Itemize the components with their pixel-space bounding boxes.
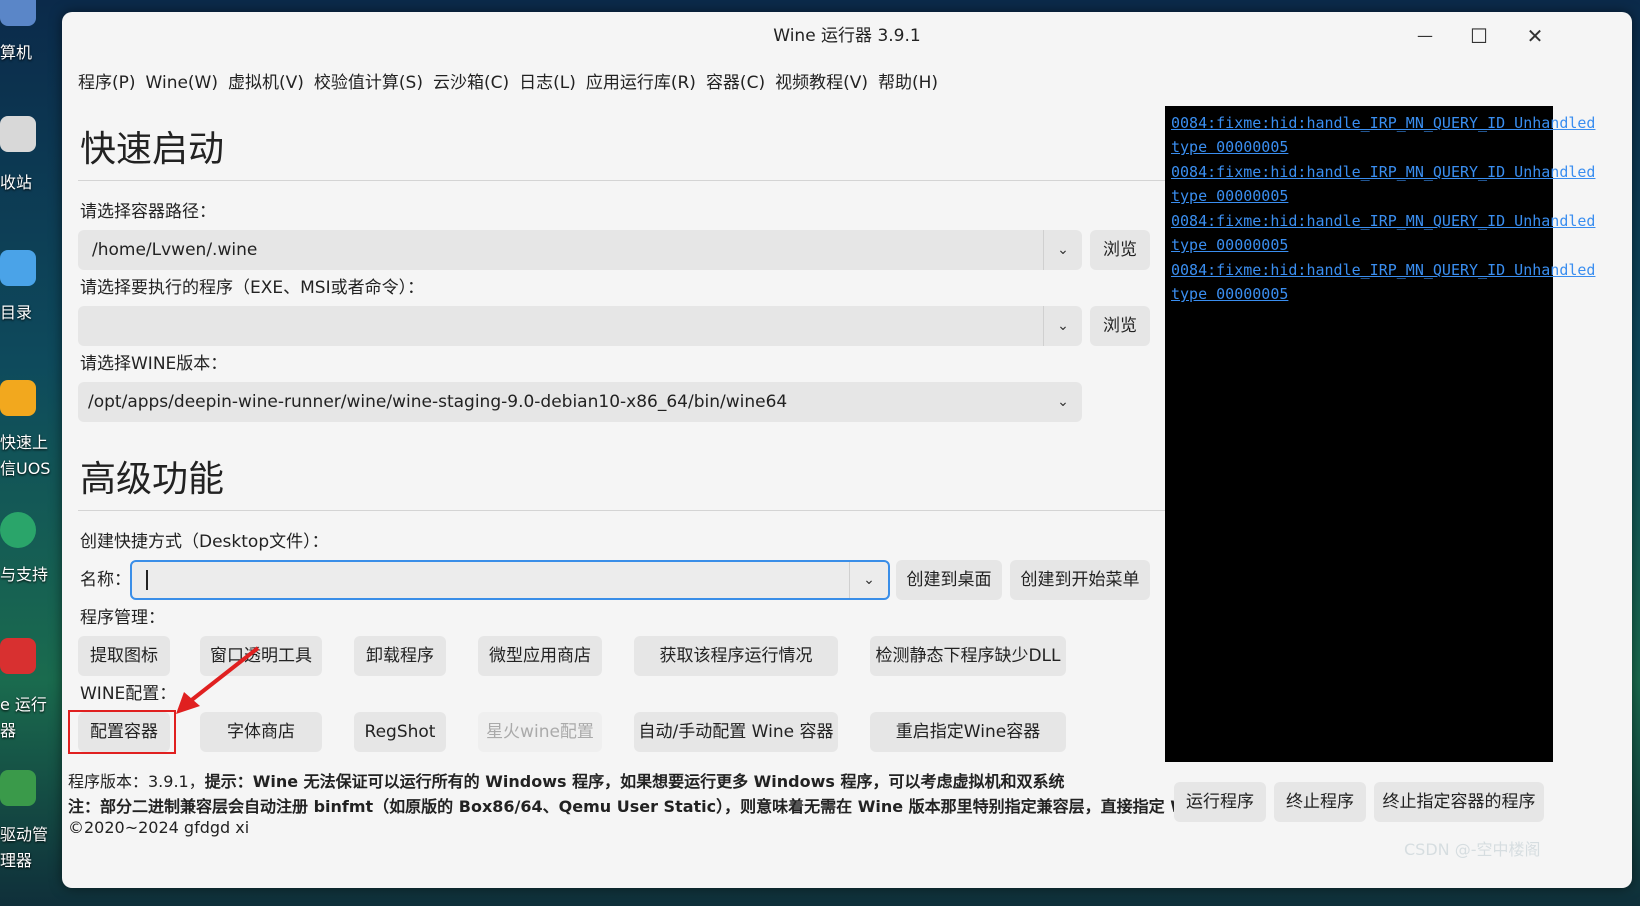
menu-log[interactable]: 日志(L): [519, 68, 576, 98]
run-program-button[interactable]: 运行程序: [1174, 782, 1266, 822]
footer-note-line: 注：部分二进制兼容层会自动注册 binfmt（如原版的 Box86/64、Qem…: [68, 793, 1253, 817]
menu-cloud-sandbox[interactable]: 云沙箱(C): [433, 68, 509, 98]
log-line[interactable]: type 00000005: [1171, 285, 1288, 303]
note-text: 注：部分二进制兼容层会自动注册 binfmt（如原版的 Box86/64、Qem…: [68, 797, 1254, 816]
text-cursor: [146, 570, 148, 590]
maximize-icon[interactable]: ☐: [1464, 22, 1494, 50]
spark-wine-config-button[interactable]: 星火wine配置: [478, 712, 602, 752]
log-console[interactable]: 0084:fixme:hid:handle_IRP_MN_QUERY_ID Un…: [1165, 106, 1595, 762]
program-status-button[interactable]: 获取该程序运行情况: [634, 636, 838, 676]
menu-bar: 程序(P) Wine(W) 虚拟机(V) 校验值计算(S) 云沙箱(C) 日志(…: [78, 68, 948, 98]
desktop-label-winerunner-1: e 运行: [0, 695, 47, 714]
desktop-label-driver-1: 驱动管: [0, 825, 49, 844]
program-combo[interactable]: ⌄: [78, 306, 1082, 346]
footer-version-line: 程序版本：3.9.1，提示：Wine 无法保证可以运行所有的 Windows 程…: [68, 768, 1065, 792]
container-path-combo[interactable]: /home/Lvwen/.wine ⌄: [78, 230, 1082, 270]
restart-container-button[interactable]: 重启指定Wine容器: [870, 712, 1066, 752]
wine-runner-icon[interactable]: [0, 638, 36, 674]
wine-config-label: WINE配置：: [80, 684, 177, 704]
create-desktop-button[interactable]: 创建到桌面: [896, 560, 1002, 600]
menu-vm[interactable]: 虚拟机(V): [228, 68, 304, 98]
check-missing-dll-button[interactable]: 检测静态下程序缺少DLL: [870, 636, 1066, 676]
log-line[interactable]: 0084:fixme:hid:handle_IRP_MN_QUERY_ID Un…: [1171, 114, 1595, 132]
hint-text: 提示：Wine 无法保证可以运行所有的 Windows 程序，如果想要运行更多 …: [204, 772, 1065, 791]
minimize-icon[interactable]: —: [1410, 22, 1440, 50]
annotation-highlight-box: [68, 710, 176, 754]
advanced-heading: 高级功能: [80, 459, 225, 500]
desktop-label-quickstart-1: 快速上: [0, 433, 49, 452]
desktop-label-trash: 收站: [0, 173, 33, 192]
auto-manual-config-button[interactable]: 自动/手动配置 Wine 容器: [634, 712, 838, 752]
container-path-value: /home/Lvwen/.wine: [92, 240, 258, 260]
menu-container[interactable]: 容器(C): [706, 68, 765, 98]
uos-quickstart-icon[interactable]: [0, 380, 36, 416]
desktop-icons: 算机 收站 目录 快速上 信UOS 与支持 e 运行 器 驱动管 理器: [0, 0, 62, 906]
driver-manager-icon[interactable]: [0, 770, 36, 806]
browse-program-button[interactable]: 浏览: [1090, 306, 1150, 346]
shortcut-label: 创建快捷方式（Desktop文件）：: [80, 532, 329, 552]
wine-runner-window: Wine 运行器 3.9.1 — ☐ ✕ 程序(P) Wine(W) 虚拟机(V…: [62, 12, 1632, 888]
uninstall-program-button[interactable]: 卸载程序: [354, 636, 446, 676]
log-line[interactable]: type 00000005: [1171, 187, 1288, 205]
desktop-label-driver-2: 理器: [0, 851, 33, 870]
quick-start-heading: 快速启动: [80, 129, 225, 170]
create-start-menu-button[interactable]: 创建到开始菜单: [1010, 560, 1150, 600]
browse-container-button[interactable]: 浏览: [1090, 230, 1150, 270]
menu-video[interactable]: 视频教程(V): [775, 68, 868, 98]
menu-checksum[interactable]: 校验值计算(S): [314, 68, 423, 98]
extract-icon-button[interactable]: 提取图标: [78, 636, 170, 676]
computer-icon[interactable]: [0, 0, 36, 26]
trash-icon[interactable]: [0, 116, 36, 152]
desktop-label-quickstart-2: 信UOS: [0, 459, 51, 478]
divider: [78, 180, 1166, 181]
menu-program[interactable]: 程序(P): [78, 68, 136, 98]
menu-wine[interactable]: Wine(W): [146, 68, 218, 98]
wine-version-combo[interactable]: /opt/apps/deepin-wine-runner/wine/wine-s…: [78, 382, 1082, 422]
window-title: Wine 运行器 3.9.1: [773, 26, 921, 46]
log-line[interactable]: type 00000005: [1171, 236, 1288, 254]
desktop-label-computer: 算机: [0, 43, 33, 62]
menu-help[interactable]: 帮助(H): [878, 68, 938, 98]
watermark: CSDN @-空中楼阁: [1404, 840, 1541, 859]
wine-version-label: 请选择WINE版本：: [80, 354, 228, 374]
desktop-label-support: 与支持: [0, 565, 49, 584]
mini-app-store-button[interactable]: 微型应用商店: [478, 636, 602, 676]
annotation-arrow: [176, 646, 260, 714]
regshot-button[interactable]: RegShot: [354, 712, 446, 752]
menu-runtime[interactable]: 应用运行库(R): [586, 68, 696, 98]
chevron-down-icon[interactable]: ⌄: [849, 562, 888, 598]
close-icon[interactable]: ✕: [1520, 22, 1550, 50]
program-mgmt-label: 程序管理：: [80, 608, 165, 628]
chevron-down-icon[interactable]: ⌄: [1044, 382, 1082, 422]
shortcut-name-input[interactable]: ⌄: [130, 560, 890, 600]
name-label: 名称：: [80, 570, 131, 590]
log-line[interactable]: 0084:fixme:hid:handle_IRP_MN_QUERY_ID Un…: [1171, 163, 1595, 181]
home-folder-icon[interactable]: [0, 250, 36, 286]
divider: [78, 510, 1166, 511]
program-label: 请选择要执行的程序（EXE、MSI或者命令）：: [80, 278, 425, 298]
desktop-label-winerunner-2: 器: [0, 721, 17, 740]
chevron-down-icon[interactable]: ⌄: [1043, 306, 1082, 346]
support-icon[interactable]: [0, 512, 36, 548]
log-line[interactable]: type 00000005: [1171, 138, 1288, 156]
wine-version-value: /opt/apps/deepin-wine-runner/wine/wine-s…: [88, 392, 788, 412]
stop-program-button[interactable]: 终止程序: [1274, 782, 1366, 822]
log-line[interactable]: 0084:fixme:hid:handle_IRP_MN_QUERY_ID Un…: [1171, 212, 1595, 230]
stop-container-program-button[interactable]: 终止指定容器的程序: [1374, 782, 1544, 822]
container-path-label: 请选择容器路径：: [80, 202, 216, 222]
version-text: 程序版本：3.9.1，: [68, 772, 205, 791]
log-line[interactable]: 0084:fixme:hid:handle_IRP_MN_QUERY_ID Un…: [1171, 261, 1595, 279]
copyright: ©2020~2024 gfdgd xi: [68, 818, 250, 837]
chevron-down-icon[interactable]: ⌄: [1043, 230, 1082, 270]
desktop-label-home: 目录: [0, 303, 33, 322]
